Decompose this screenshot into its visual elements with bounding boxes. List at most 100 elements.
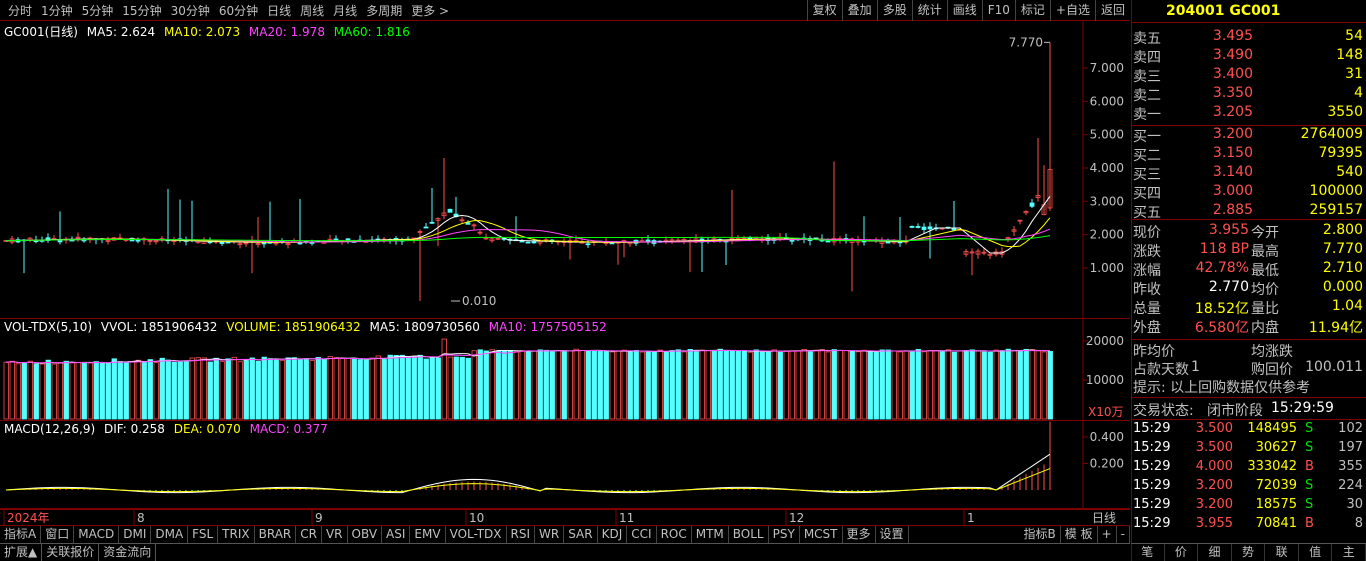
side-tab-0[interactable]: 笔	[1131, 544, 1165, 561]
candle-body	[57, 240, 63, 243]
indicator-tab-21[interactable]: BOLL	[729, 526, 769, 543]
period-tab-2[interactable]: 5分钟	[78, 2, 119, 19]
bid-row: 买一 3.200 2764009	[1133, 126, 1365, 145]
indicator-tab-8[interactable]: CR	[296, 526, 322, 543]
volume-bar	[45, 359, 51, 420]
indicator-tab-5[interactable]: FSL	[188, 526, 219, 543]
volume-chart-panel[interactable]: VOL-TDX(5,10) VVOL: 1851906432 VOLUME: 1…	[0, 319, 1130, 421]
tick-time: 15:29	[1133, 478, 1171, 493]
volume-bar	[807, 351, 813, 420]
repurchase-label: 购回价	[1251, 362, 1293, 378]
indicator-tab-11[interactable]: ASI	[382, 526, 411, 543]
candlestick-chart[interactable]: 7.000 6.000 5.000 4.000 3.000 2.000 1.000 7.770…	[0, 21, 1130, 319]
indicator-tab-18[interactable]: CCI	[627, 526, 657, 543]
candle-body	[33, 240, 39, 243]
tick-volume: 70841	[1255, 516, 1297, 531]
volume-bar	[789, 350, 795, 420]
tick-price: 3.500	[1195, 440, 1233, 455]
period-tab-0[interactable]: 分时	[4, 2, 37, 19]
ask-volume: 54	[1345, 28, 1363, 44]
volume-bar	[345, 358, 351, 420]
period-tab-6[interactable]: 日线	[263, 2, 296, 19]
macd-chart-panel[interactable]: MACD(12,26,9) DIF: 0.258 DEA: 0.070 MACD…	[0, 421, 1130, 509]
tick-price: 4.000	[1195, 459, 1233, 474]
indicator-tab-24[interactable]: 更多	[843, 526, 876, 543]
volume-bar	[255, 360, 261, 420]
indicator-tab-15[interactable]: WR	[535, 526, 565, 543]
toolbar-button-3[interactable]: 统计	[911, 0, 947, 21]
toolbar-button-1[interactable]: 叠加	[841, 0, 877, 21]
indicator-tab-23[interactable]: MCST	[800, 526, 843, 543]
side-tab-1[interactable]: 价	[1165, 544, 1199, 561]
bid-label: 买三	[1133, 167, 1161, 183]
indicator-tab-7[interactable]: BRAR	[255, 526, 297, 543]
volume-bar	[609, 351, 615, 420]
side-tab-5[interactable]: 值	[1299, 544, 1333, 561]
dif-line	[5, 453, 1051, 494]
indicator-tab-20[interactable]: MTM	[692, 526, 729, 543]
side-tab-2[interactable]: 细	[1198, 544, 1232, 561]
volume-chart[interactable]: 20000 10000 X10万	[0, 319, 1130, 421]
side-tab-3[interactable]: 势	[1232, 544, 1266, 561]
indicator-tab-17[interactable]: KDJ	[598, 526, 628, 543]
ask-row: 卖二 3.350 4	[1133, 85, 1365, 104]
indicator-tab-0[interactable]: 指标A	[0, 526, 42, 543]
macd-chart[interactable]: 0.400 0.200	[0, 421, 1130, 509]
volume-bar	[15, 363, 21, 420]
volume-bar	[987, 351, 993, 420]
bid-row: 买二 3.150 79395	[1133, 145, 1365, 164]
side-tab-6[interactable]: 主	[1332, 544, 1366, 561]
bottom-tab-0[interactable]: 扩展▲	[0, 544, 43, 561]
indicator-right-2[interactable]: +	[1098, 526, 1117, 543]
period-tab-10[interactable]: 更多 >	[407, 2, 454, 19]
price-tick-label: 3.000	[1090, 194, 1124, 208]
toolbar-button-8[interactable]: 返回	[1094, 0, 1130, 21]
indicator-tab-1[interactable]: 窗口	[41, 526, 75, 543]
indicator-tab-14[interactable]: RSI	[507, 526, 536, 543]
indicator-tab-3[interactable]: DMI	[119, 526, 152, 543]
volume-bar	[87, 362, 93, 420]
indicator-right-1[interactable]: 模 板	[1061, 526, 1098, 543]
volume-bar	[681, 351, 687, 420]
indicator-tab-9[interactable]: VR	[322, 526, 348, 543]
indicator-tab-4[interactable]: DMA	[151, 526, 189, 543]
indicator-tab-6[interactable]: TRIX	[218, 526, 255, 543]
period-tab-1[interactable]: 1分钟	[37, 2, 78, 19]
bottom-tab-1[interactable]: 关联报价	[42, 544, 100, 561]
indicator-right-3[interactable]: -	[1117, 526, 1130, 543]
indicator-tab-19[interactable]: ROC	[657, 526, 692, 543]
period-tab-9[interactable]: 多周期	[362, 2, 407, 19]
indicator-tab-13[interactable]: VOL-TDX	[446, 526, 507, 543]
bottom-tab-2[interactable]: 资金流向	[99, 544, 157, 561]
volume-bar	[147, 359, 153, 420]
period-tab-8[interactable]: 月线	[329, 2, 362, 19]
status-time: 15:29:59	[1271, 400, 1334, 416]
toolbar-button-2[interactable]: 多股	[876, 0, 912, 21]
toolbar-button-5[interactable]: F10	[981, 0, 1015, 21]
tick-side: B	[1305, 459, 1314, 474]
bid-label: 买二	[1133, 148, 1161, 164]
toolbar-button-0[interactable]: 复权	[806, 0, 842, 21]
period-tab-4[interactable]: 30分钟	[167, 2, 215, 19]
side-tab-4[interactable]: 联	[1265, 544, 1299, 561]
volume-bar	[837, 350, 843, 420]
toolbar-button-7[interactable]: +自选	[1049, 0, 1095, 21]
indicator-tab-16[interactable]: SAR	[564, 526, 598, 543]
indicator-tab-2[interactable]: MACD	[74, 526, 120, 543]
indicator-tab-25[interactable]: 设置	[876, 526, 909, 543]
tick-volume: 148495	[1247, 421, 1297, 436]
volume-bar	[549, 350, 555, 420]
indicator-tab-12[interactable]: EMV	[410, 526, 446, 543]
period-tab-7[interactable]: 周线	[296, 2, 329, 19]
ask-price: 3.205	[1212, 104, 1253, 120]
volume-bar	[957, 350, 963, 420]
indicator-tab-22[interactable]: PSY	[769, 526, 800, 543]
toolbar-button-4[interactable]: 画线	[946, 0, 982, 21]
period-tab-5[interactable]: 60分钟	[215, 2, 263, 19]
indicator-tab-10[interactable]: OBV	[348, 526, 383, 543]
stat-value-2: 2.710	[1322, 260, 1363, 276]
indicator-right-0[interactable]: 指标B	[1020, 526, 1061, 543]
period-tab-3[interactable]: 15分钟	[118, 2, 166, 19]
price-chart-panel[interactable]: GC001(日线) MA5: 2.624 MA10: 2.073 MA20: 1…	[0, 21, 1130, 319]
toolbar-button-6[interactable]: 标记	[1014, 0, 1050, 21]
